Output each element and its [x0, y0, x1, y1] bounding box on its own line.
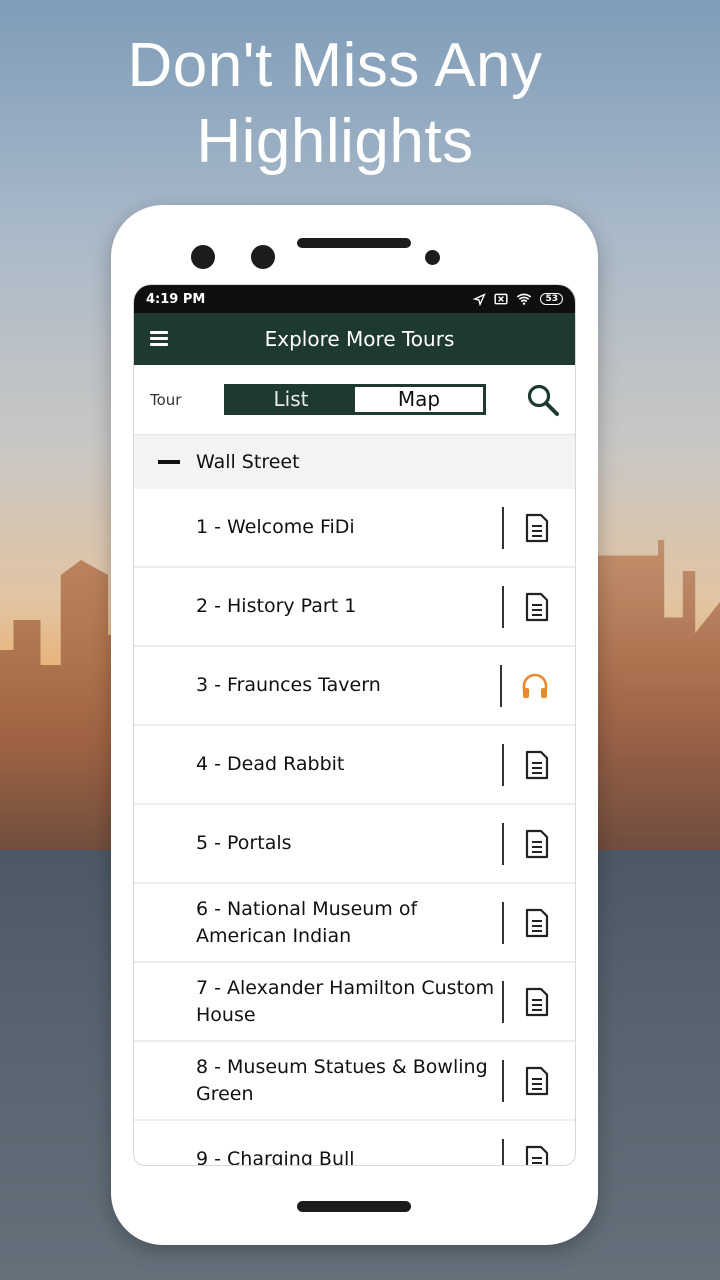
home-bar: [297, 1201, 411, 1212]
tour-label: Tour: [150, 391, 182, 409]
battery-icon: 53: [540, 293, 563, 305]
stop-label: 8 - Museum Statues & Bowling Green: [196, 1055, 488, 1105]
list-item[interactable]: 3 - Fraunces Tavern: [134, 647, 575, 726]
stop-label: 1 - Welcome FiDi: [196, 516, 355, 538]
front-camera-secondary: [251, 245, 275, 269]
document-icon[interactable]: [524, 750, 550, 780]
status-icons: 53: [473, 292, 563, 306]
earpiece-speaker: [297, 238, 411, 248]
minus-icon[interactable]: [158, 460, 180, 464]
stop-label: 7 - Alexander Hamilton Custom House: [196, 976, 495, 1026]
tab-map[interactable]: Map: [355, 387, 483, 412]
list-item[interactable]: 7 - Alexander Hamilton Custom House: [134, 963, 575, 1042]
divider: [502, 744, 504, 786]
list-map-toggle: List Map: [224, 384, 486, 415]
search-icon[interactable]: [526, 383, 560, 417]
divider: [502, 1060, 504, 1102]
stop-label: 5 - Portals: [196, 832, 292, 854]
list-item[interactable]: 2 - History Part 1: [134, 568, 575, 647]
document-icon[interactable]: [524, 1066, 550, 1096]
tour-stop-list: 1 - Welcome FiDi 2 - History Part 1 3 - …: [134, 489, 575, 1166]
wifi-icon: [517, 293, 532, 305]
app-bar: Explore More Tours: [134, 313, 575, 365]
section-header-wall-street[interactable]: Wall Street: [134, 435, 575, 489]
section-title: Wall Street: [196, 451, 300, 473]
view-toggle-row: Tour List Map: [134, 365, 575, 435]
front-camera: [191, 245, 215, 269]
list-item[interactable]: 1 - Welcome FiDi: [134, 489, 575, 568]
list-item[interactable]: 5 - Portals: [134, 805, 575, 884]
divider: [502, 507, 504, 549]
proximity-sensor: [425, 250, 440, 265]
skyline-right: [596, 540, 720, 850]
document-icon[interactable]: [524, 1145, 550, 1166]
promo-headline: Don't Miss Any Highlights: [0, 28, 670, 180]
divider: [500, 665, 502, 707]
promo-headline-line2: Highlights: [196, 107, 474, 176]
tab-list[interactable]: List: [227, 387, 355, 412]
stop-label: 6 - National Museum of American Indian: [196, 897, 418, 947]
document-icon[interactable]: [524, 829, 550, 859]
document-icon[interactable]: [524, 987, 550, 1017]
document-icon[interactable]: [524, 513, 550, 543]
stop-label: 9 - Charging Bull: [196, 1148, 355, 1166]
app-screen: 4:19 PM 53 Explore More Tours Tour List …: [133, 284, 576, 1166]
stop-label: 2 - History Part 1: [196, 595, 357, 617]
stop-label: 4 - Dead Rabbit: [196, 753, 345, 775]
document-icon[interactable]: [524, 592, 550, 622]
divider: [502, 586, 504, 628]
status-bar: 4:19 PM 53: [134, 285, 575, 313]
list-item[interactable]: 4 - Dead Rabbit: [134, 726, 575, 805]
document-icon[interactable]: [524, 908, 550, 938]
stop-label: 3 - Fraunces Tavern: [196, 674, 381, 696]
promo-headline-line1: Don't Miss Any: [127, 31, 543, 100]
divider: [502, 823, 504, 865]
app-bar-title: Explore More Tours: [264, 327, 455, 351]
list-item[interactable]: 8 - Museum Statues & Bowling Green: [134, 1042, 575, 1121]
list-item[interactable]: 6 - National Museum of American Indian: [134, 884, 575, 963]
list-item[interactable]: 9 - Charging Bull: [134, 1121, 575, 1166]
headphones-icon[interactable]: [520, 671, 550, 701]
status-time: 4:19 PM: [146, 291, 206, 307]
no-sim-icon: [494, 293, 509, 305]
location-icon: [473, 292, 487, 306]
divider: [502, 902, 504, 944]
divider: [502, 1139, 504, 1165]
hamburger-menu-icon[interactable]: [150, 331, 168, 346]
divider: [502, 981, 504, 1023]
